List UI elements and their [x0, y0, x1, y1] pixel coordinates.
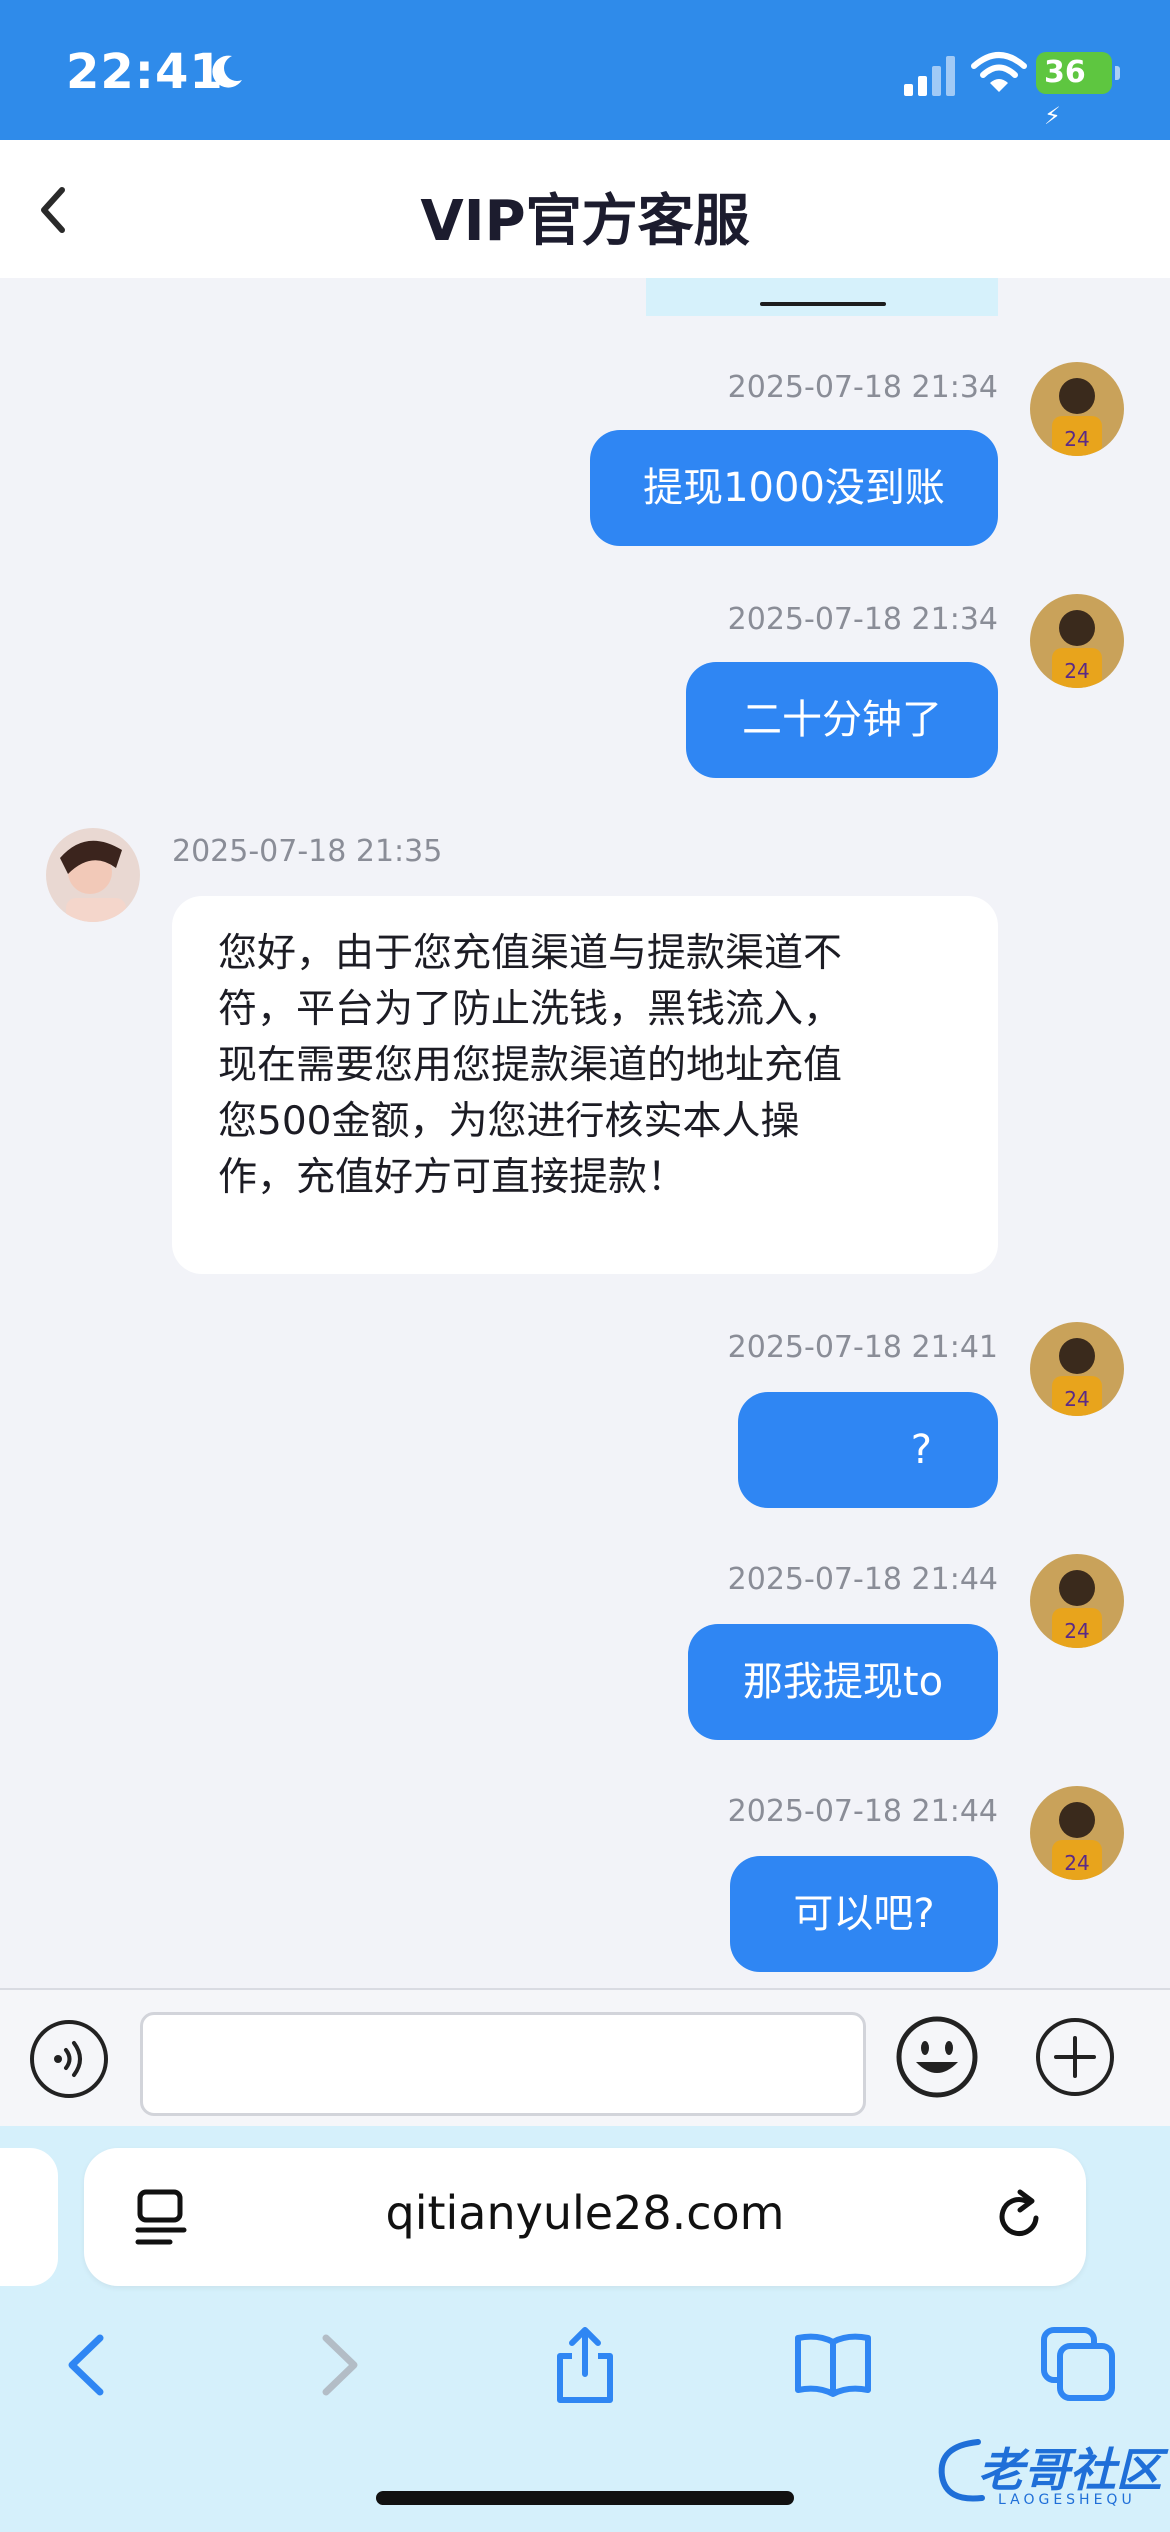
smiley-icon[interactable]: [894, 2014, 980, 2100]
message-line: 现在需要您用您提款渠道的地址充值: [218, 1043, 843, 1088]
back-arrow-icon[interactable]: [48, 2326, 126, 2404]
message-line: 作，充值好方可直接提款！: [218, 1155, 687, 1200]
message-timestamp: 2025-07-18 21:44: [727, 1794, 998, 1829]
message-bubble[interactable]: 二十分钟了: [686, 662, 998, 778]
book-icon[interactable]: [794, 2326, 872, 2404]
message-composer: [0, 1988, 1170, 2126]
watermark-text: 老哥社区: [978, 2443, 1162, 2497]
wifi-icon: [971, 52, 1027, 92]
battery-indicator: 36 ⚡: [1036, 52, 1120, 130]
message-bubble[interactable]: 可以吧?: [730, 1856, 998, 1972]
status-time: 22:41: [66, 44, 224, 100]
watermark-subtext: LAOGESHEQU: [998, 2492, 1136, 2508]
voice-icon[interactable]: [28, 2018, 110, 2100]
agent-avatar[interactable]: [46, 828, 140, 922]
home-indicator: [376, 2491, 794, 2505]
svg-text:24: 24: [1064, 659, 1089, 683]
message-line: 您500金额，为您进行核实本人操: [218, 1099, 800, 1144]
message-line: 符，平台为了防止洗钱，黑钱流入，: [218, 987, 843, 1032]
user-avatar[interactable]: 24: [1030, 1786, 1124, 1880]
svg-text:24: 24: [1064, 1387, 1089, 1411]
signal-icon: [904, 56, 955, 96]
plus-icon[interactable]: [1034, 2016, 1116, 2098]
svg-text:24: 24: [1064, 427, 1089, 451]
user-avatar[interactable]: 24: [1030, 594, 1124, 688]
url-text: qitianyule28.com: [385, 2186, 785, 2240]
message-line: 您好，由于您充值渠道与提款渠道不: [218, 931, 843, 976]
previous-tab-peek[interactable]: [0, 2148, 58, 2286]
message-timestamp: 2025-07-18 21:35: [172, 834, 443, 869]
reload-icon[interactable]: [992, 2188, 1048, 2244]
moon-icon: [212, 55, 242, 88]
message-timestamp: 2025-07-18 21:34: [727, 370, 998, 405]
user-avatar[interactable]: 24: [1030, 362, 1124, 456]
user-avatar[interactable]: 24: [1030, 1554, 1124, 1648]
charging-bolt-icon: ⚡: [1044, 102, 1061, 130]
battery-level: 36: [1044, 55, 1086, 90]
message-bubble[interactable]: 提现1000没到账: [590, 430, 998, 546]
chat-area[interactable]: 2025-07-18 21:34 24 提现1000没到账 2025-07-18…: [0, 278, 1170, 1988]
message-timestamp: 2025-07-18 21:44: [727, 1562, 998, 1597]
message-bubble[interactable]: ?: [738, 1392, 998, 1508]
status-bar: 22:41 36 ⚡: [0, 0, 1170, 140]
message-bubble[interactable]: 那我提现to: [688, 1624, 998, 1740]
tabs-icon[interactable]: [1040, 2326, 1118, 2404]
page-title: VIP官方客服: [420, 189, 750, 254]
message-bubble[interactable]: 您好，由于您充值渠道与提款渠道不 符，平台为了防止洗钱，黑钱流入， 现在需要您用…: [172, 896, 998, 1274]
svg-text:24: 24: [1064, 1619, 1089, 1643]
forward-arrow-icon[interactable]: [300, 2326, 378, 2404]
share-icon[interactable]: [546, 2326, 624, 2404]
address-bar[interactable]: qitianyule28.com: [84, 2148, 1086, 2286]
previous-message-bubble: [646, 278, 998, 316]
user-avatar[interactable]: 24: [1030, 1322, 1124, 1416]
message-timestamp: 2025-07-18 21:41: [727, 1330, 998, 1365]
message-input[interactable]: [140, 2012, 866, 2116]
svg-text:24: 24: [1064, 1851, 1089, 1875]
chat-header: VIP官方客服: [0, 140, 1170, 278]
message-timestamp: 2025-07-18 21:34: [727, 602, 998, 637]
watermark: 老哥社区 LAOGESHEQU: [928, 2426, 1164, 2522]
